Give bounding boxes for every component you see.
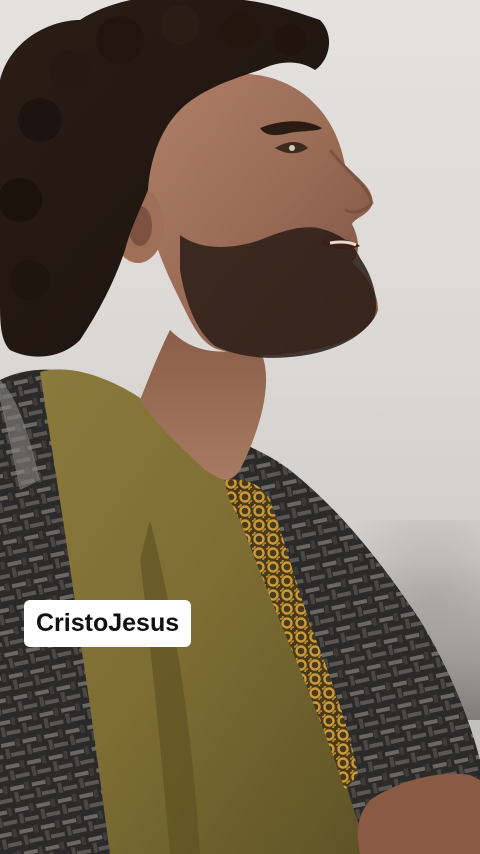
video-frame[interactable]: CristoJesus bbox=[0, 0, 480, 854]
caption-text: CristoJesus bbox=[36, 609, 180, 637]
man-looking-up-image bbox=[0, 0, 480, 854]
caption-label: CristoJesus bbox=[24, 600, 192, 647]
